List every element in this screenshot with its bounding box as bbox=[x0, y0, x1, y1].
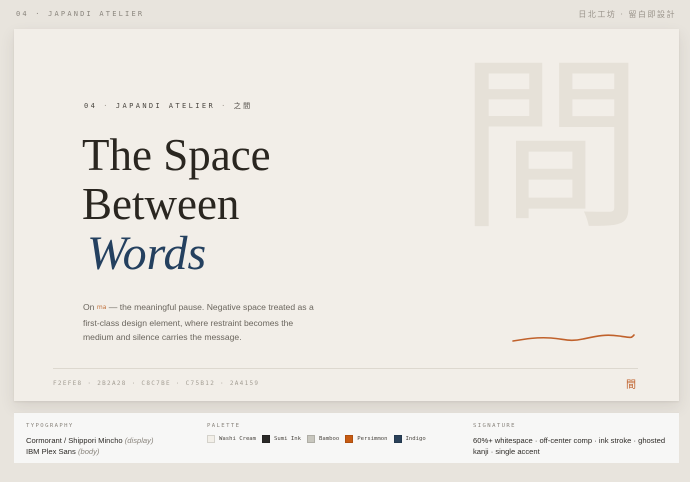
palette-swatch-name: Indigo bbox=[405, 436, 426, 442]
palette-swatches: Washi Cream Sumi Ink Bamboo Persimmon Indigo bbox=[207, 435, 432, 443]
ghost-kanji: 間 bbox=[458, 38, 645, 255]
divider bbox=[53, 368, 638, 369]
hex-codes: F2EFE8 · 2B2A28 · C8C7BE · C75B12 · 2A41… bbox=[53, 380, 260, 387]
palette-chip bbox=[393, 435, 402, 443]
spec-signature: SIGNATURE 60%+ whitespace · off-center c… bbox=[473, 423, 669, 457]
palette-swatch-name: Sumi Ink bbox=[274, 436, 301, 442]
spec-strip: TYPOGRAPHY Cormorant / Shippori Mincho (… bbox=[14, 412, 679, 463]
headline: The Space Between Words bbox=[82, 131, 271, 279]
lede-before: On bbox=[83, 302, 97, 312]
palette-label: PALETTE bbox=[207, 423, 241, 429]
ink-stroke bbox=[512, 334, 635, 342]
lede-ma: ma bbox=[96, 304, 107, 311]
palette-swatch: Washi Cream bbox=[207, 435, 256, 443]
palette-chip bbox=[307, 435, 315, 443]
typography-label: TYPOGRAPHY bbox=[26, 423, 74, 429]
typography-display: Cormorant / Shippori Mincho bbox=[26, 436, 123, 445]
lede-after: — the meaningful pause. Negative space t… bbox=[83, 302, 314, 342]
spec-typography: TYPOGRAPHY Cormorant / Shippori Mincho (… bbox=[26, 423, 153, 457]
palette-swatch: Persimmon bbox=[345, 435, 388, 443]
eyebrow-number: 04 bbox=[84, 102, 98, 110]
spec-palette: PALETTE Washi Cream Sumi Ink Bamboo Persimm… bbox=[207, 423, 432, 443]
signature-label: SIGNATURE bbox=[473, 423, 516, 429]
palette-swatch: Sumi Ink bbox=[262, 435, 301, 443]
top-bar-title: 04 · JAPANDI ATELIER bbox=[16, 10, 145, 18]
eyebrow-name: JAPANDI ATELIER bbox=[115, 102, 216, 110]
eyebrow: 04 · JAPANDI ATELIER · 之間 bbox=[84, 102, 253, 110]
top-bar: 04 · JAPANDI ATELIER 日北工坊 · 留白即設計 bbox=[0, 0, 690, 28]
seal-glyph: 間 bbox=[626, 380, 636, 391]
lede-paragraph: On ma — the meaningful pause. Negative s… bbox=[83, 300, 323, 345]
top-bar-motto: 日北工坊 · 留白即設計 bbox=[578, 10, 676, 19]
headline-accent: Words bbox=[87, 227, 207, 280]
palette-chip bbox=[262, 435, 271, 443]
palette-swatch: Bamboo bbox=[307, 435, 339, 443]
palette-chip bbox=[345, 435, 354, 443]
signature-text: 60%+ whitespace · off-center comp · ink … bbox=[473, 436, 666, 456]
typography-body-note: (body) bbox=[77, 447, 100, 456]
typography-display-note: (display) bbox=[124, 436, 154, 445]
palette-swatch-name: Washi Cream bbox=[219, 436, 257, 442]
headline-line-1: The Space bbox=[82, 130, 271, 180]
typography-body: IBM Plex Sans bbox=[26, 447, 76, 456]
palette-swatch-name: Persimmon bbox=[357, 436, 388, 442]
palette-swatch: Indigo bbox=[393, 435, 426, 443]
headline-line-2: Between bbox=[82, 179, 240, 229]
palette-chip bbox=[207, 435, 215, 443]
hero-card: 間 04 · JAPANDI ATELIER · 之間 The Space Betwee… bbox=[14, 29, 679, 401]
eyebrow-kanji: 之間 bbox=[233, 102, 253, 110]
palette-swatch-name: Bamboo bbox=[319, 436, 340, 442]
